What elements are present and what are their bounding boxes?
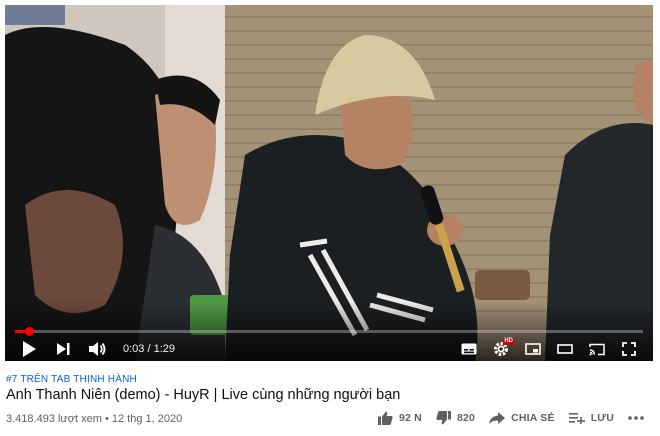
time-separator: / — [144, 343, 154, 355]
play-button[interactable] — [17, 338, 41, 360]
dislike-count: 820 — [456, 412, 476, 424]
theater-icon — [557, 344, 573, 354]
play-icon — [23, 341, 36, 357]
share-label: CHIA SẺ — [511, 412, 555, 424]
save-button[interactable]: LƯU — [568, 412, 614, 424]
upload-date: 12 thg 1, 2020 — [111, 413, 183, 425]
time-display: 0:03 / 1:29 — [123, 343, 175, 355]
cast-icon — [589, 343, 605, 355]
miniplayer-icon — [525, 343, 541, 355]
dislike-button[interactable]: 820 — [436, 411, 475, 425]
next-button[interactable] — [51, 338, 75, 360]
trending-hashtag-link[interactable]: #7 TRÊN TAB THỊNH HÀNH — [6, 374, 137, 385]
meta-separator: • — [101, 413, 112, 425]
player-controls: 0:03 / 1:29 HD — [5, 337, 653, 361]
video-player[interactable]: 0:03 / 1:29 HD — [5, 5, 653, 361]
like-button[interactable]: 92 N — [377, 411, 422, 425]
thumbs-down-icon — [436, 411, 451, 425]
view-count: 3.418.493 lượt xem — [6, 413, 102, 425]
save-label: LƯU — [590, 412, 614, 424]
theater-mode-button[interactable] — [553, 338, 577, 360]
hd-badge: HD — [503, 338, 514, 345]
thumbs-up-icon — [377, 411, 393, 425]
miniplayer-button[interactable] — [521, 338, 545, 360]
fullscreen-icon — [622, 342, 636, 356]
video-actions: 92 N 820 CHIA SẺ LƯU — [364, 411, 650, 425]
share-button[interactable]: CHIA SẺ — [489, 412, 555, 424]
time-current: 0:03 — [123, 343, 145, 355]
playlist-add-icon — [568, 413, 585, 424]
like-count: 92 N — [398, 412, 422, 424]
settings-button[interactable]: HD — [489, 338, 514, 360]
share-icon — [489, 412, 506, 424]
fullscreen-button[interactable] — [617, 338, 641, 360]
volume-icon — [89, 342, 106, 356]
video-meta: 3.418.493 lượt xem • 12 thg 1, 2020 — [6, 413, 182, 425]
subtitles-icon — [461, 343, 477, 355]
video-title: Anh Thanh Niên (demo) - HuyR | Live cùng… — [6, 387, 401, 403]
cast-button[interactable] — [585, 338, 609, 360]
time-total: 1:29 — [153, 343, 176, 355]
mute-button[interactable] — [85, 338, 109, 360]
more-actions-button[interactable] — [628, 416, 650, 420]
more-horizontal-icon — [628, 416, 644, 420]
subtitles-button[interactable] — [457, 338, 481, 360]
skip-next-icon — [57, 343, 70, 355]
progress-bar[interactable] — [15, 327, 643, 336]
